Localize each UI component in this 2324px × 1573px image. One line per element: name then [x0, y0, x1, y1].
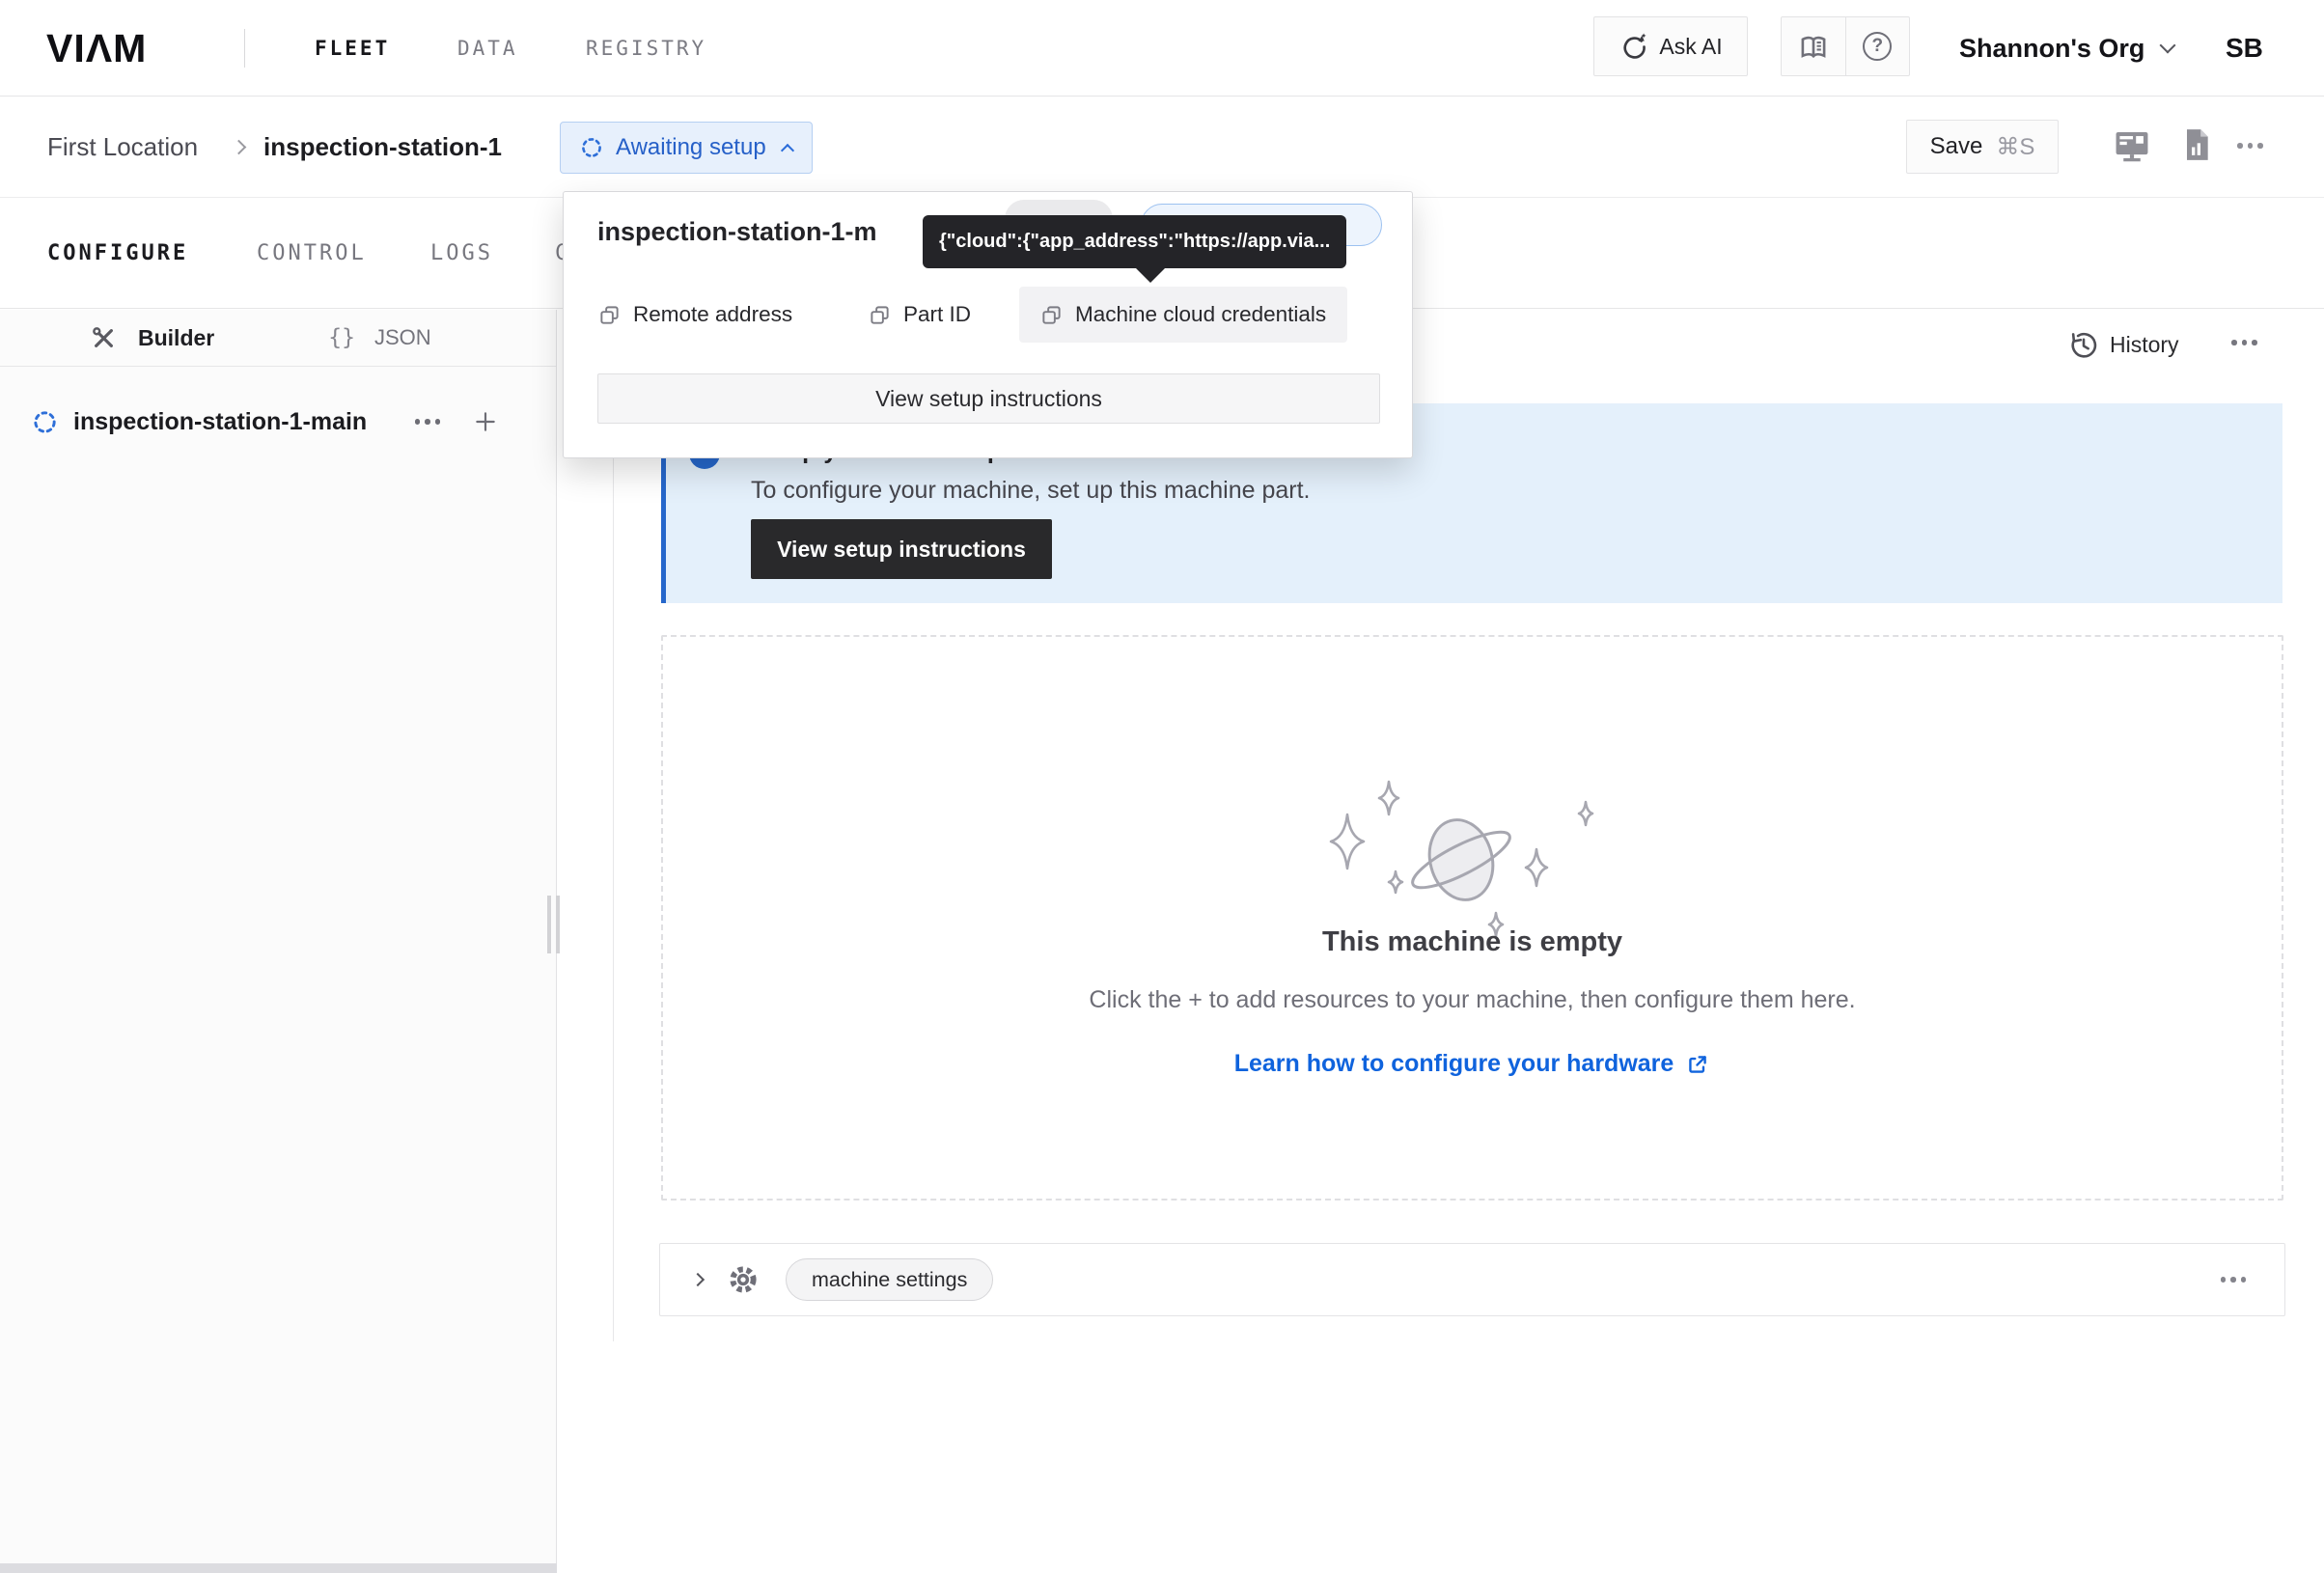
history-icon: [2068, 330, 2099, 361]
save-label: Save: [1930, 133, 1983, 160]
empty-state-subtitle: Click the + to add resources to your mac…: [663, 986, 2282, 1014]
machine-page-button[interactable]: [2112, 125, 2152, 166]
org-name: Shannon's Org: [1959, 34, 2144, 64]
empty-state-title: This machine is empty: [663, 926, 2282, 958]
json-label: JSON: [374, 325, 431, 350]
awaiting-setup-dashed-circle-icon: [580, 136, 603, 159]
external-link-icon: [1685, 1052, 1710, 1077]
tab-configure[interactable]: CONFIGURE: [47, 198, 188, 309]
breadcrumb-bar: First Location inspection-station-1 Awai…: [0, 97, 2324, 198]
planet-illustration: [1314, 774, 1614, 943]
breadcrumb-machine-name: inspection-station-1: [263, 97, 502, 198]
documentation-button[interactable]: [1782, 17, 1845, 75]
tab-control[interactable]: CONTROL: [257, 198, 367, 309]
machine-settings-pill[interactable]: machine settings: [786, 1258, 993, 1301]
part-name: inspection-station-1-main: [73, 408, 367, 436]
braces-icon: {}: [328, 325, 355, 350]
file-chart-icon: [2177, 125, 2216, 164]
learn-hardware-link[interactable]: Learn how to configure your hardware: [663, 1050, 2282, 1078]
copy-remote-address-label: Remote address: [633, 302, 792, 327]
top-nav: VIΛM FLEET DATA REGISTRY Ask AI ?: [0, 0, 2324, 97]
viam-logo[interactable]: VIΛM: [46, 0, 147, 97]
more-actions-button[interactable]: [2237, 143, 2263, 149]
nav-divider: [244, 29, 245, 68]
tab-logs[interactable]: LOGS: [430, 198, 493, 309]
json-mode-button[interactable]: {} JSON: [328, 325, 430, 350]
org-switcher[interactable]: Shannon's Org: [1959, 0, 2173, 97]
part-tree-item[interactable]: inspection-station-1-main: [0, 397, 556, 447]
copy-machine-cloud-credentials-label: Machine cloud credentials: [1075, 302, 1326, 327]
nav-item-data[interactable]: DATA: [457, 0, 518, 97]
copy-icon: [598, 304, 621, 326]
copy-remote-address-button[interactable]: Remote address: [598, 287, 792, 343]
copy-icon: [1040, 304, 1063, 326]
copy-machine-cloud-credentials-button[interactable]: Machine cloud credentials: [1019, 287, 1347, 343]
gear-icon: [728, 1264, 759, 1295]
editor-mode-toggle: Builder {} JSON: [0, 310, 556, 367]
panel-resize-handle[interactable]: [547, 896, 563, 953]
monitor-icon: [2112, 125, 2152, 166]
config-card-border: [613, 309, 614, 1341]
machine-settings-row: machine settings: [659, 1243, 2285, 1316]
history-button[interactable]: History: [2110, 332, 2179, 358]
tooltip-caret: [1135, 267, 1166, 283]
popup-part-title: inspection-station-1-m: [597, 217, 877, 247]
settings-more-button[interactable]: [2221, 1277, 2247, 1283]
builder-label: Builder: [138, 325, 214, 351]
ask-ai-button[interactable]: Ask AI: [1593, 16, 1748, 76]
help-button[interactable]: ?: [1845, 17, 1910, 75]
nav-item-fleet[interactable]: FLEET: [315, 0, 390, 97]
tools-icon: [91, 325, 117, 351]
chevron-down-icon: [2160, 38, 2176, 54]
empty-machine-dropzone: This machine is empty Click the + to add…: [661, 635, 2283, 1200]
card-more-button[interactable]: [2231, 340, 2257, 345]
user-avatar[interactable]: SB: [2226, 0, 2263, 97]
add-resource-button[interactable]: [473, 409, 498, 434]
part-menu-button[interactable]: [415, 419, 441, 425]
breadcrumb-chevron-icon: [232, 140, 247, 155]
help-icon: ?: [1863, 32, 1892, 61]
credentials-tooltip: {"cloud":{"app_address":"https://app.via…: [923, 215, 1346, 268]
expand-chevron-icon[interactable]: [691, 1273, 705, 1286]
ask-ai-label: Ask AI: [1659, 34, 1722, 60]
docs-help-group: ?: [1781, 16, 1910, 76]
learn-hardware-link-label: Learn how to configure your hardware: [1234, 1050, 1674, 1078]
report-document-button[interactable]: [2177, 125, 2216, 164]
status-badge[interactable]: Awaiting setup: [560, 122, 813, 174]
part-awaiting-setup-icon: [32, 409, 58, 435]
copy-icon: [869, 304, 891, 326]
nav-item-registry[interactable]: REGISTRY: [586, 0, 706, 97]
builder-mode-button[interactable]: Builder: [91, 325, 214, 351]
resource-sidebar: Builder {} JSON inspection-station-1-mai…: [0, 310, 557, 1573]
status-badge-label: Awaiting setup: [616, 134, 766, 161]
sidebar-scrollbar[interactable]: [0, 1563, 557, 1573]
view-setup-instructions-button[interactable]: View setup instructions: [751, 519, 1052, 579]
save-button[interactable]: Save ⌘S: [1906, 120, 2059, 174]
part-status-popup: inspection-station-1-m {"cloud":{"app_ad…: [563, 191, 1413, 458]
copy-part-id-label: Part ID: [903, 302, 971, 327]
breadcrumb-location[interactable]: First Location: [47, 97, 198, 198]
copy-part-id-button[interactable]: Part ID: [869, 287, 971, 343]
popup-view-setup-instructions-button[interactable]: View setup instructions: [597, 373, 1380, 424]
ask-ai-sparkle-icon: [1618, 32, 1647, 61]
chevron-up-icon: [781, 143, 794, 156]
book-icon: [1797, 30, 1830, 63]
save-shortcut: ⌘S: [1996, 133, 2034, 161]
banner-body: To configure your machine, set up this m…: [751, 477, 1310, 505]
